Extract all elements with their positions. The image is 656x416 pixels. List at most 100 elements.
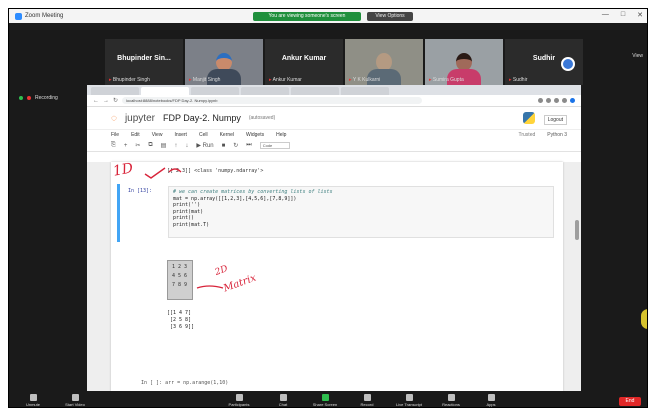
unmute-button[interactable]: Unmute — [15, 394, 51, 407]
move-down-icon[interactable]: ↓ — [185, 143, 188, 149]
browser-tab-bar — [87, 85, 581, 95]
window-controls: — □ ✕ — [602, 11, 643, 19]
forward-icon[interactable]: → — [103, 98, 109, 104]
globe-icon[interactable] — [561, 57, 575, 71]
notebook-area: [[ 2 3]] <class 'numpy.ndarray'> In [13]… — [87, 160, 581, 391]
browser-tab[interactable] — [341, 87, 389, 95]
extension-icon[interactable] — [554, 98, 559, 103]
insert-cell-icon[interactable]: + — [124, 143, 128, 149]
record-button[interactable]: Record — [349, 394, 385, 407]
browser-tab[interactable] — [291, 87, 339, 95]
address-bar: ← → ↻ localhost:8888/notebooks/FDP Day-2… — [87, 95, 581, 107]
extensions-area — [538, 98, 575, 103]
jupyter-wordmark[interactable]: jupyter — [125, 113, 155, 124]
maximize-icon[interactable]: □ — [621, 11, 625, 19]
kernel-indicator: Python 3 — [547, 132, 567, 138]
browser-tab[interactable] — [191, 87, 239, 95]
code-line: mat = np.array([[1,2,3],[4,5,6],[7,8,9]]… — [173, 195, 297, 202]
menu-insert[interactable]: Insert — [174, 132, 187, 138]
share-screen-button[interactable]: Share Screen — [307, 394, 343, 407]
notebook-scrollbar[interactable] — [575, 220, 579, 240]
browser-tab[interactable] — [241, 87, 289, 95]
next-cell[interactable]: In [ ]: arr = np.arange(1,10) — [141, 380, 228, 386]
cell-prompt: In [13]: — [128, 188, 153, 194]
participant-tile[interactable]: Bhupinder Sin... Bhupinder Singh — [105, 39, 183, 85]
menu-kernel[interactable]: Kernel — [220, 132, 234, 138]
participants-strip: Bhupinder Sin... Bhupinder Singh Manjit … — [9, 23, 647, 85]
save-icon[interactable]: ⎘ — [111, 142, 116, 149]
matrix-row: 7 8 9 — [172, 282, 188, 288]
minimize-icon[interactable]: — — [602, 11, 609, 19]
jupyter-menu-bar: File Edit View Insert Cell Kernel Widget… — [87, 129, 581, 140]
output-line: [2 5 8] — [167, 317, 192, 323]
participant-label: Sumira Gupta — [429, 77, 464, 83]
mic-icon — [29, 394, 37, 401]
record-label: Record — [360, 402, 374, 407]
menu-help[interactable]: Help — [276, 132, 286, 138]
profile-icon[interactable] — [570, 98, 575, 103]
extension-icon[interactable] — [546, 98, 551, 103]
participant-label: Manjit Singh — [189, 77, 221, 83]
menu-cell[interactable]: Cell — [199, 132, 208, 138]
reactions-button[interactable]: Reactions — [433, 394, 469, 407]
extension-icon[interactable] — [538, 98, 543, 103]
menu-edit[interactable]: Edit — [131, 132, 140, 138]
participant-name: Ankur Kumar — [281, 55, 327, 62]
participant-label: Ankur Kumar — [269, 77, 302, 83]
participants-button[interactable]: Participants — [221, 394, 257, 407]
notebook-page: [[ 2 3]] <class 'numpy.ndarray'> In [13]… — [111, 160, 563, 391]
browser-tab-active[interactable] — [141, 87, 189, 95]
browser-tab[interactable] — [91, 87, 139, 95]
run-button[interactable]: ▶ Run — [196, 142, 213, 149]
menu-file[interactable]: File — [111, 132, 119, 138]
trusted-indicator[interactable]: Trusted — [518, 132, 535, 138]
menu-widgets[interactable]: Widgets — [246, 132, 264, 138]
close-icon[interactable]: ✕ — [637, 11, 643, 19]
stop-icon[interactable]: ■ — [222, 143, 226, 149]
recording-indicator: Recording — [19, 95, 58, 101]
view-label[interactable]: View — [632, 53, 643, 59]
chat-button[interactable]: Chat — [265, 394, 301, 407]
back-icon[interactable]: ← — [93, 98, 99, 104]
start-video-button[interactable]: Start Video — [57, 394, 93, 407]
apps-button[interactable]: Apps — [473, 394, 509, 407]
run-all-icon[interactable]: ⏭ — [246, 142, 251, 149]
matrix-output-highlight: 1 2 3 4 5 6 7 8 9 — [167, 260, 193, 300]
save-status: (autosaved) — [248, 115, 276, 121]
zoom-title: Zoom Meeting — [25, 13, 64, 19]
code-line: print('') — [173, 202, 201, 209]
share-icon — [321, 394, 329, 401]
reload-icon[interactable]: ↻ — [113, 97, 118, 104]
view-options-button[interactable]: View Options — [367, 12, 413, 21]
live-transcript-button[interactable]: Live Transcript — [391, 394, 427, 407]
annotation-matrix: Matrix — [222, 272, 258, 295]
participant-label: Y K Kulkarni — [349, 77, 380, 83]
participant-video-tile[interactable]: Y K Kulkarni — [345, 39, 423, 85]
url-input[interactable]: localhost:8888/notebooks/FDP Day-2. Nump… — [122, 97, 423, 104]
logout-button[interactable]: Logout — [543, 115, 567, 125]
zoom-logo-icon — [15, 12, 22, 20]
extension-icon[interactable] — [562, 98, 567, 103]
code-cell[interactable]: In [13]: # we can create matrices by con… — [117, 184, 557, 242]
reactions-label: Reactions — [442, 402, 460, 407]
annotation-1d: 1D — [111, 160, 135, 180]
notebook-title[interactable]: FDP Day-2. Numpy — [163, 113, 241, 123]
restart-icon[interactable]: ↻ — [233, 142, 238, 149]
paste-icon[interactable]: ▤ — [161, 142, 167, 149]
cc-icon — [405, 394, 413, 401]
menu-view[interactable]: View — [152, 132, 163, 138]
cut-icon[interactable]: ✂ — [135, 142, 140, 149]
jupyter-logo-icon[interactable]: ◌ — [111, 113, 117, 124]
end-meeting-button[interactable]: End — [619, 397, 641, 406]
move-up-icon[interactable]: ↑ — [174, 143, 177, 149]
participant-video-tile[interactable]: Manjit Singh — [185, 39, 263, 85]
annotation-tool-handle[interactable] — [641, 309, 647, 329]
annotation-check-stroke — [144, 167, 182, 179]
code-editor[interactable]: # we can create matrices by converting l… — [168, 186, 554, 238]
screen-share-notice[interactable]: You are viewing someone's screen — [253, 12, 361, 21]
matrix-row: 1 2 3 — [172, 264, 188, 270]
participant-tile[interactable]: Ankur Kumar Ankur Kumar — [265, 39, 343, 85]
cell-type-select[interactable]: Code — [259, 142, 290, 149]
participant-video-tile[interactable]: Sumira Gupta — [425, 39, 503, 85]
copy-icon[interactable]: ⧉ — [148, 142, 152, 149]
